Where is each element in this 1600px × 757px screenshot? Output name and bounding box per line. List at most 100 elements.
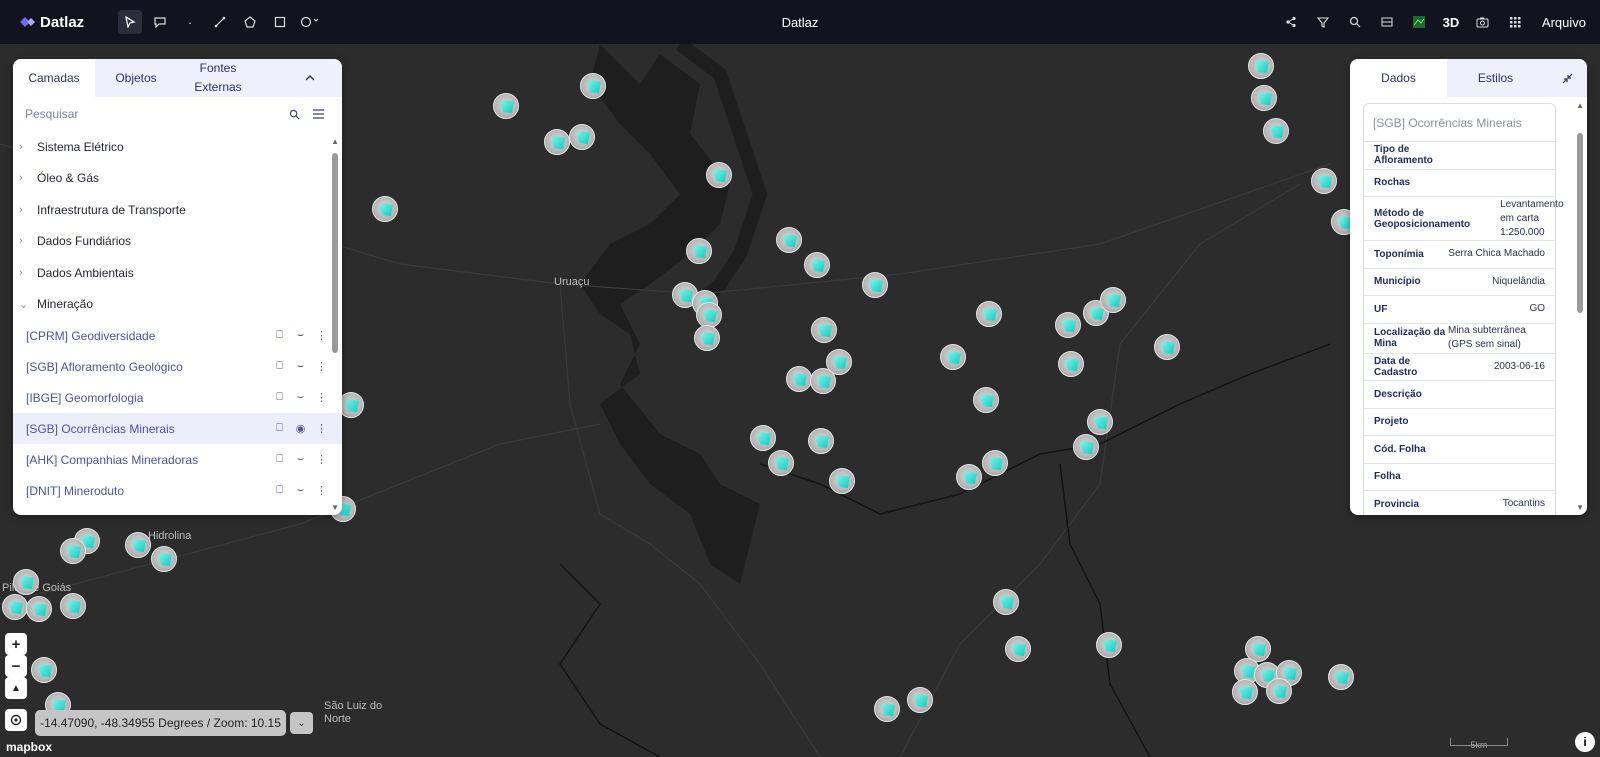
scroll-up-icon[interactable]: ▲ xyxy=(1576,101,1584,110)
mineral-occurrence-marker[interactable] xyxy=(768,450,794,476)
mineral-occurrence-marker[interactable] xyxy=(1154,334,1180,360)
datlaz-logo[interactable]: Datlaz xyxy=(18,14,104,31)
mineral-occurrence-marker[interactable] xyxy=(1248,53,1274,79)
mineral-occurrence-marker[interactable] xyxy=(829,468,855,494)
rectangle-tool-icon[interactable] xyxy=(268,10,292,34)
layer-group[interactable]: › Dados Ambientais xyxy=(13,257,342,289)
search-icon[interactable] xyxy=(1342,10,1368,34)
tab-dados[interactable]: Dados xyxy=(1350,59,1447,97)
mineral-occurrence-marker[interactable] xyxy=(580,73,606,99)
layer-item-selected[interactable]: [SGB] Ocorrências Minerais ⎕ ◉ ⋮ xyxy=(13,413,342,444)
filter-icon[interactable] xyxy=(1310,10,1336,34)
tab-fontes-externas[interactable]: Fontes Externas xyxy=(177,59,259,97)
mineral-occurrence-marker[interactable] xyxy=(696,302,722,328)
mineral-occurrence-marker[interactable] xyxy=(804,252,830,278)
line-tool-icon[interactable] xyxy=(208,10,232,34)
mineral-occurrence-marker[interactable] xyxy=(808,428,834,454)
zoom-out-button[interactable]: − xyxy=(5,655,27,677)
minimize-panel-icon[interactable] xyxy=(1555,66,1579,90)
mineral-occurrence-marker[interactable] xyxy=(1058,351,1084,377)
chevron-down-icon[interactable]: ⌄ xyxy=(290,712,313,734)
mineral-occurrence-marker[interactable] xyxy=(2,594,28,620)
tab-estilos[interactable]: Estilos xyxy=(1447,69,1544,88)
compass-north-icon[interactable]: ▲ xyxy=(5,677,27,699)
mineral-occurrence-marker[interactable] xyxy=(544,129,570,155)
more-options-icon[interactable]: ⋮ xyxy=(311,360,332,373)
3d-toggle[interactable]: 3D xyxy=(1438,10,1464,34)
layer-item[interactable]: [CPRM] Geodiversidade ⎕ ⌣ ⋮ xyxy=(13,320,342,351)
mineral-occurrence-marker[interactable] xyxy=(1055,312,1081,338)
eye-closed-icon[interactable]: ⌣ xyxy=(290,453,311,466)
point-tool-icon[interactable]: · xyxy=(178,10,202,34)
scroll-up-icon[interactable]: ▲ xyxy=(331,137,339,146)
mineral-occurrence-marker[interactable] xyxy=(694,325,720,351)
mineral-occurrence-marker[interactable] xyxy=(907,687,933,713)
layer-item[interactable]: [IBGE] Geomorfologia ⎕ ⌣ ⋮ xyxy=(13,382,342,413)
comment-icon[interactable] xyxy=(148,10,172,34)
scroll-down-icon[interactable]: ▼ xyxy=(331,503,339,512)
mineral-occurrence-marker[interactable] xyxy=(786,366,812,392)
mineral-occurrence-marker[interactable] xyxy=(811,317,837,343)
mineral-occurrence-marker[interactable] xyxy=(1251,85,1277,111)
locate-me-icon[interactable] xyxy=(5,709,27,731)
mineral-occurrence-marker[interactable] xyxy=(1005,636,1031,662)
layer-group[interactable]: › Infraestrutura de Transporte xyxy=(13,194,342,226)
mineral-occurrence-marker[interactable] xyxy=(940,344,966,370)
mineral-occurrence-marker[interactable] xyxy=(60,593,86,619)
eye-closed-icon[interactable]: ⌣ xyxy=(290,329,311,342)
zoom-in-button[interactable]: + xyxy=(5,633,27,655)
more-options-icon[interactable]: ⋮ xyxy=(311,453,332,466)
layer-search-input[interactable] xyxy=(25,107,282,121)
mineral-occurrence-marker[interactable] xyxy=(1100,287,1126,313)
layer-group-expanded[interactable]: ⌄ Mineração xyxy=(13,289,342,321)
mapbox-attribution[interactable]: mapbox xyxy=(6,740,52,754)
mineral-occurrence-marker[interactable] xyxy=(13,569,39,595)
collapse-panel-icon[interactable] xyxy=(298,66,322,90)
polygon-tool-icon[interactable] xyxy=(238,10,262,34)
basemap-icon[interactable] xyxy=(1406,10,1432,34)
share-icon[interactable] xyxy=(1278,10,1304,34)
mineral-occurrence-marker[interactable] xyxy=(776,227,802,253)
mineral-occurrence-marker[interactable] xyxy=(493,93,519,119)
mineral-occurrence-marker[interactable] xyxy=(686,238,712,264)
layer-group[interactable]: › Dados Fundiários xyxy=(13,226,342,258)
layers-scrollbar[interactable] xyxy=(332,153,338,353)
mineral-occurrence-marker[interactable] xyxy=(569,124,595,150)
scroll-down-icon[interactable]: ▼ xyxy=(1576,503,1584,512)
grid-apps-icon[interactable] xyxy=(1502,10,1528,34)
eye-closed-icon[interactable]: ⌣ xyxy=(290,391,311,404)
lock-icon[interactable]: ⎕ xyxy=(269,422,290,435)
eye-closed-icon[interactable]: ⌣ xyxy=(290,360,311,373)
circle-tool-icon[interactable] xyxy=(298,10,322,34)
more-options-icon[interactable]: ⋮ xyxy=(311,484,332,497)
mineral-occurrence-marker[interactable] xyxy=(810,368,836,394)
mineral-occurrence-marker[interactable] xyxy=(706,162,732,188)
info-icon[interactable]: i xyxy=(1575,732,1595,752)
mineral-occurrence-marker[interactable] xyxy=(125,532,151,558)
mineral-occurrence-marker[interactable] xyxy=(976,301,1002,327)
layer-group[interactable]: › Sistema Elétrico xyxy=(13,131,342,163)
mineral-occurrence-marker[interactable] xyxy=(750,425,776,451)
more-options-icon[interactable]: ⋮ xyxy=(311,329,332,342)
menu-icon[interactable] xyxy=(306,102,330,126)
mineral-occurrence-marker[interactable] xyxy=(1087,409,1113,435)
lock-icon[interactable]: ⎕ xyxy=(269,391,290,404)
more-options-icon[interactable]: ⋮ xyxy=(311,422,332,435)
mineral-occurrence-marker[interactable] xyxy=(973,387,999,413)
mineral-occurrence-marker[interactable] xyxy=(1263,118,1289,144)
mineral-occurrence-marker[interactable] xyxy=(982,450,1008,476)
mineral-occurrence-marker[interactable] xyxy=(31,657,57,683)
details-scrollbar[interactable] xyxy=(1577,133,1583,313)
mineral-occurrence-marker[interactable] xyxy=(874,696,900,722)
mineral-occurrence-marker[interactable] xyxy=(1073,434,1099,460)
layer-group[interactable]: › Óleo & Gás xyxy=(13,163,342,195)
lock-icon[interactable]: ⎕ xyxy=(269,453,290,466)
lock-icon[interactable]: ⎕ xyxy=(269,484,290,497)
mineral-occurrence-marker[interactable] xyxy=(60,538,86,564)
more-options-icon[interactable]: ⋮ xyxy=(311,391,332,404)
mineral-occurrence-marker[interactable] xyxy=(956,464,982,490)
search-icon[interactable] xyxy=(282,102,306,126)
layer-item[interactable]: [DNIT] Mineroduto ⎕ ⌣ ⋮ xyxy=(13,475,342,506)
mineral-occurrence-marker[interactable] xyxy=(372,196,398,222)
layer-item[interactable]: [AHK] Companhias Mineradoras ⎕ ⌣ ⋮ xyxy=(13,444,342,475)
